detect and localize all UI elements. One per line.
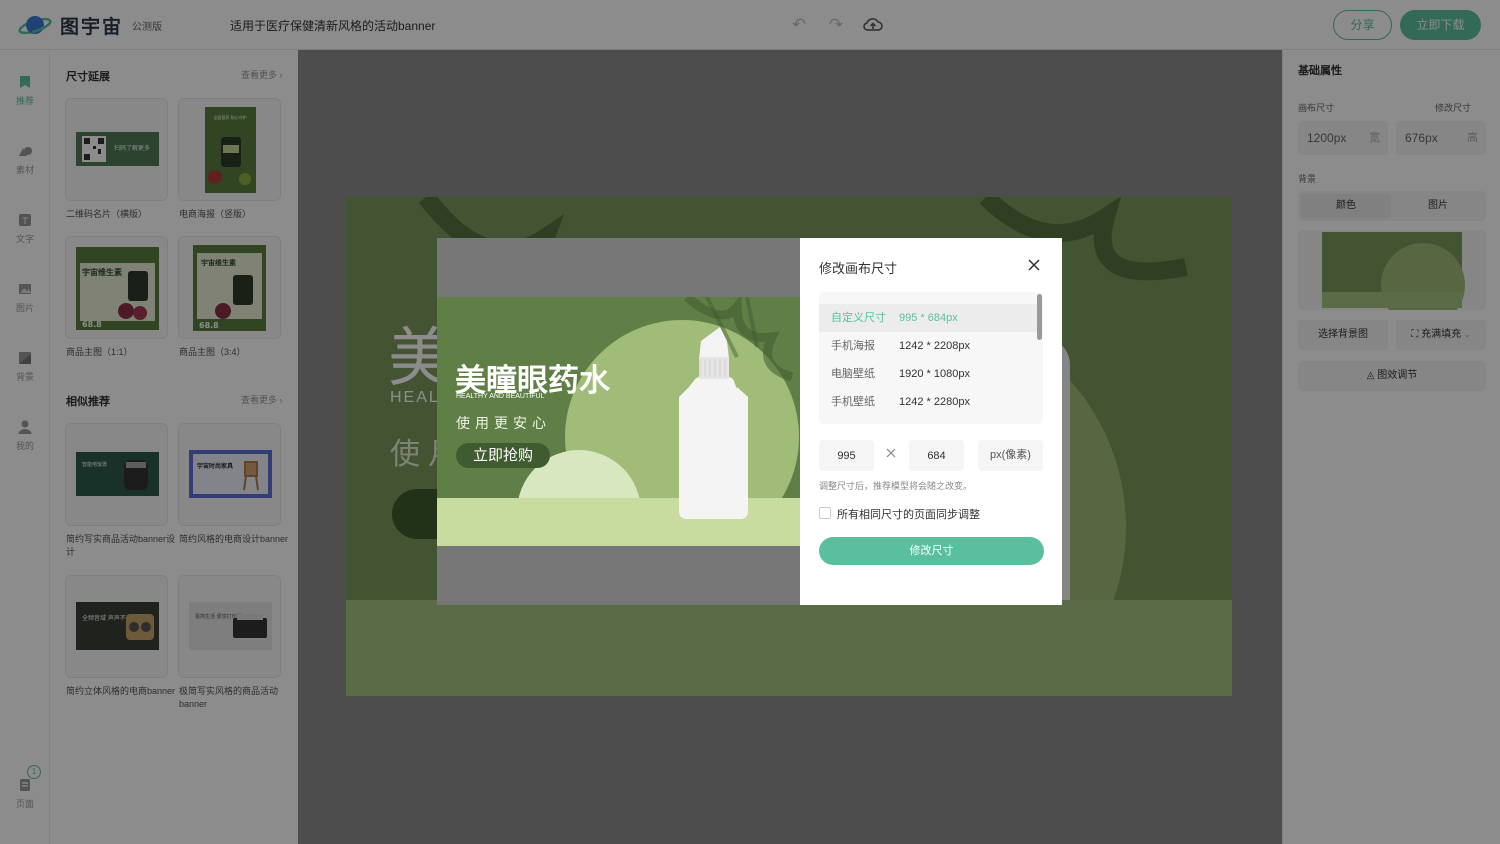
banner-tagline: 使用更安心 [456,416,551,432]
size-preset-value: 1920 * 1080px [899,368,970,380]
list-scrollbar[interactable] [1037,294,1042,340]
apply-resize-button[interactable]: 修改尺寸 [819,537,1044,565]
size-preset-name: 手机壁纸 [831,396,875,408]
banner-cta-button: 立即抢购 [456,443,550,468]
close-icon[interactable] [1027,258,1041,272]
size-preset-name: 电脑壁纸 [831,368,875,380]
size-preset-value: 1242 * 2208px [899,340,970,352]
size-preset-value: 995 * 684px [899,312,958,324]
size-preset-custom[interactable]: 自定义尺寸 995 * 684px [819,304,1037,332]
size-preset-phone-wallpaper[interactable]: 手机壁纸 1242 * 2280px [819,388,1037,416]
dialog-banner-preview: 美瞳眼药水 HEALTHY AND BEAUTIFUL 使用更安心 立即抢购 [437,297,800,546]
size-preset-name: 手机海报 [831,340,875,352]
unit-select[interactable]: px(像素) [978,440,1043,471]
height-input[interactable] [909,440,964,471]
size-preset-list: 自定义尺寸 995 * 684px 手机海报 1242 * 2208px 电脑壁… [819,292,1043,424]
size-preset-phone-poster[interactable]: 手机海报 1242 * 2208px [819,332,1037,360]
width-input[interactable] [819,440,874,471]
resize-hint: 调整尺寸后，推荐模型将会随之改变。 [819,481,973,491]
sync-checkbox[interactable] [819,507,831,519]
size-preset-value: 1242 * 2280px [899,396,970,408]
dialog-title: 修改画布尺寸 [819,261,898,276]
banner-subtitle: HEALTHY AND BEAUTIFUL [456,393,545,400]
multiply-icon [886,448,896,458]
sync-checkbox-label[interactable]: 所有相同尺寸的页面同步调整 [837,506,980,522]
size-preset-desktop-wallpaper[interactable]: 电脑壁纸 1920 * 1080px [819,360,1037,388]
size-preset-name: 自定义尺寸 [831,312,886,324]
resize-dialog: 修改画布尺寸 自定义尺寸 995 * 684px 手机海报 1242 * 220… [800,238,1062,605]
